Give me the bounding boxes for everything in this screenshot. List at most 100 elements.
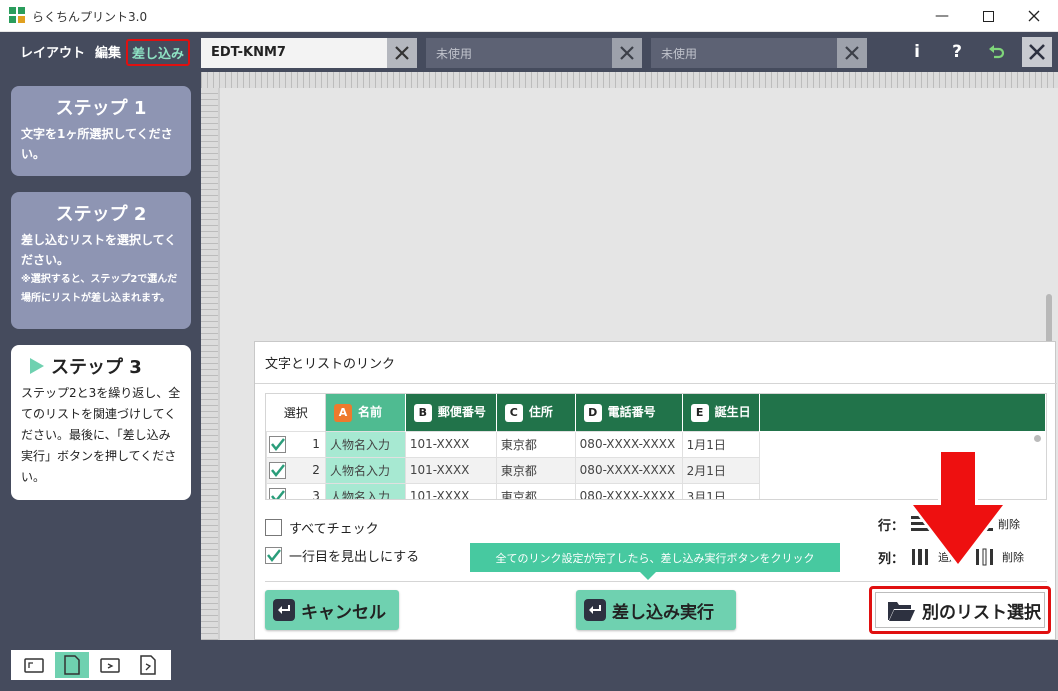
- document-tab-1[interactable]: EDT-KNM7: [201, 38, 417, 68]
- cell-postal: 101-XXXX: [404, 456, 497, 484]
- step-text: 文字を1ヶ所選択してください。: [21, 127, 173, 161]
- steps-sidebar: ステップ 1 文字を1ヶ所選択してください。 ステップ 2 差し込むリストを選択…: [0, 72, 201, 691]
- document-tab-3[interactable]: 未使用: [651, 38, 867, 68]
- close-icon: [845, 46, 859, 60]
- close-document-button[interactable]: [1022, 37, 1052, 67]
- app-window: らくちんプリント3.0 — レイアウト 編集 差し込み EDT-KNM7 未使用: [0, 0, 1058, 691]
- check-all-label: すべてチェック: [289, 522, 379, 537]
- mode-toolbar: レイアウト 編集 差し込み EDT-KNM7 未使用 未使用 i ?: [0, 32, 1058, 72]
- portrait-view-button[interactable]: [55, 652, 89, 678]
- divider: [265, 581, 1047, 582]
- close-tab-button[interactable]: [837, 38, 867, 68]
- page-portrait-icon: [64, 655, 80, 675]
- column-header-phone[interactable]: D 電話番号: [575, 394, 683, 431]
- rotate-left-icon: [23, 658, 44, 673]
- cell-address: 東京都: [495, 456, 576, 484]
- close-tab-button[interactable]: [387, 38, 417, 68]
- execute-merge-button[interactable]: 差し込み実行: [576, 590, 736, 630]
- step-title: ステップ 1: [55, 98, 147, 119]
- cell-birthday: 1月1日: [681, 430, 760, 458]
- close-tab-button[interactable]: [612, 38, 642, 68]
- title-bar: らくちんプリント3.0 —: [0, 0, 1058, 32]
- cell-phone: 080-XXXX-XXXX: [574, 482, 683, 499]
- close-window-button[interactable]: [1011, 0, 1057, 32]
- step-title-row: ステップ 3: [11, 353, 191, 379]
- view-mode-buttons: [11, 650, 171, 680]
- row-number: 2: [312, 462, 320, 477]
- red-arrow-annotation: [908, 450, 1008, 570]
- cell-name: 人物名入力: [324, 482, 406, 499]
- document-tab-label: 未使用: [436, 47, 473, 61]
- mode-merge-tab[interactable]: 差し込み: [126, 39, 191, 66]
- cell-name: 人物名入力: [324, 456, 406, 484]
- cell-address: 東京都: [495, 430, 576, 458]
- first-row-header-label: 一行目を見出しにする: [289, 550, 420, 565]
- mode-layout-tab[interactable]: レイアウト: [20, 42, 85, 61]
- table-header-row: 選択 A 名前 B 郵便番号 C 住所 D 電話番号 E 誕生日: [266, 394, 1046, 431]
- step-2-card: ステップ 2 差し込むリストを選択してください。 ※選択すると、ステップ2で選ん…: [11, 192, 191, 329]
- column-label: 電話番号: [607, 404, 656, 419]
- column-letter-badge: A: [333, 403, 352, 422]
- step-note: ※選択すると、ステップ2で選んだ場所にリストが差し込まれます。: [21, 274, 178, 304]
- checkbox-checked-icon[interactable]: [269, 435, 286, 453]
- undo-button[interactable]: [985, 40, 1009, 64]
- checkbox-unchecked-icon[interactable]: [265, 519, 282, 536]
- close-icon: [1028, 10, 1040, 22]
- play-arrow-icon: [30, 358, 44, 374]
- rotate-right-view-button[interactable]: [132, 652, 165, 678]
- landscape-view-button[interactable]: [94, 652, 127, 678]
- cell-phone: 080-XXXX-XXXX: [574, 430, 683, 458]
- document-tab-label: 未使用: [661, 47, 698, 61]
- mode-edit-tab[interactable]: 編集: [95, 42, 121, 61]
- table-scroll-thumb[interactable]: [1034, 435, 1041, 442]
- document-tab-2[interactable]: 未使用: [426, 38, 642, 68]
- row-controls-label: 行：: [878, 518, 905, 534]
- minimize-icon: —: [935, 8, 949, 24]
- divider: [255, 383, 1057, 384]
- row-select-cell[interactable]: 3: [266, 482, 326, 501]
- step-title: ステップ 2: [55, 204, 147, 225]
- column-label: 住所: [528, 404, 553, 419]
- column-label: 郵便番号: [437, 404, 486, 419]
- row-number: 1: [312, 436, 320, 451]
- rotate-right-icon: [140, 655, 157, 675]
- cell-birthday: 2月1日: [681, 456, 760, 484]
- maximize-button[interactable]: [965, 0, 1011, 32]
- row-select-cell[interactable]: 1: [266, 430, 326, 458]
- select-other-list-label: 別のリスト選択: [922, 602, 1041, 623]
- minimize-button[interactable]: —: [919, 0, 965, 32]
- step-1-card: ステップ 1 文字を1ヶ所選択してください。: [11, 86, 191, 176]
- column-header-address[interactable]: C 住所: [496, 394, 576, 431]
- cell-address: 東京都: [495, 482, 576, 499]
- cell-phone: 080-XXXX-XXXX: [574, 456, 683, 484]
- document-tab-label: EDT-KNM7: [211, 45, 286, 60]
- step-title: ステップ 3: [51, 357, 142, 378]
- vertical-ruler: [201, 88, 218, 640]
- step-3-card: ステップ 3 ステップ2と3を繰り返し、全てのリストを関連づけしてください。最後…: [11, 345, 191, 500]
- help-button[interactable]: ?: [945, 40, 969, 64]
- undo-icon: [989, 45, 1005, 59]
- column-header-postal[interactable]: B 郵便番号: [405, 394, 497, 431]
- column-letter-badge: E: [690, 403, 709, 422]
- column-controls-label: 列：: [878, 551, 905, 567]
- close-icon: [620, 46, 634, 60]
- first-row-header-option[interactable]: 一行目を見出しにする: [265, 546, 419, 565]
- info-button[interactable]: i: [905, 40, 929, 64]
- check-all-option[interactable]: すべてチェック: [265, 518, 379, 537]
- dialog-title: 文字とリストのリンク: [265, 357, 396, 372]
- checkbox-checked-icon[interactable]: [269, 487, 286, 501]
- column-letter-badge: D: [583, 403, 602, 422]
- row-select-cell[interactable]: 2: [266, 456, 326, 484]
- checkbox-checked-icon[interactable]: [265, 547, 282, 564]
- column-label: 名前: [357, 404, 382, 419]
- cell-postal: 101-XXXX: [404, 430, 497, 458]
- step-text: ステップ2と3を繰り返し、全てのリストを関連づけしてください。最後に、「差し込み…: [21, 386, 181, 484]
- rotate-left-view-button[interactable]: [17, 652, 50, 678]
- column-header-name[interactable]: A 名前: [325, 394, 406, 431]
- checkbox-checked-icon[interactable]: [269, 461, 286, 479]
- select-other-list-button[interactable]: 別のリスト選択: [869, 586, 1051, 634]
- sidebar-footer: [0, 640, 201, 691]
- cancel-button[interactable]: キャンセル: [265, 590, 399, 630]
- column-label: 誕生日: [714, 404, 751, 419]
- column-header-birthday[interactable]: E 誕生日: [682, 394, 760, 431]
